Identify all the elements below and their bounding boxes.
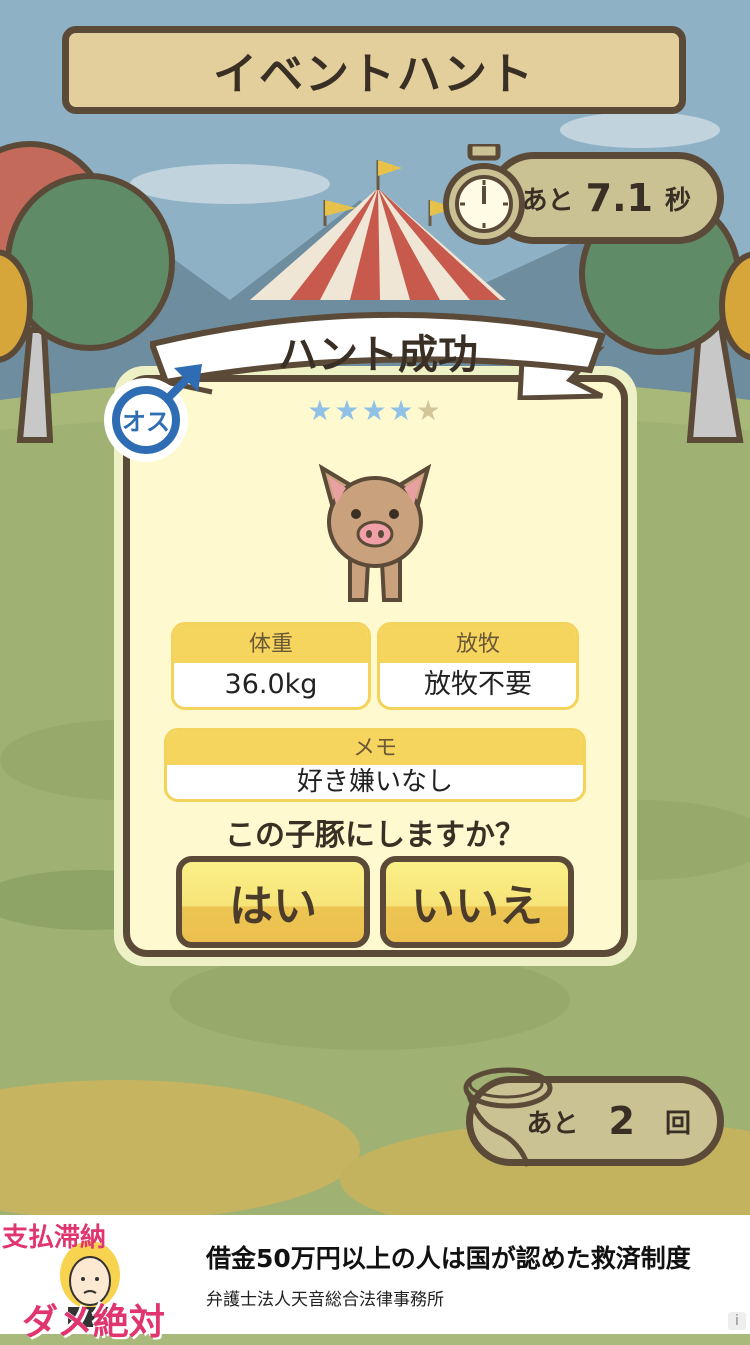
ad-sponsor: 弁護士法人天音総合法律事務所 — [206, 1290, 444, 1310]
page-title: イベントハント — [213, 49, 535, 100]
pasture-box: 放牧 放牧不要 — [377, 622, 579, 710]
star-filled-icon: ★ — [388, 394, 416, 427]
attempts-value: 2 — [608, 1099, 635, 1143]
weight-value: 36.0kg — [224, 669, 318, 700]
timer-unit: 秒 — [664, 185, 691, 216]
male-icon: オス — [104, 364, 202, 462]
ad-thumb-bottom-text: ダメ絶対 — [22, 1302, 165, 1343]
memo-value: 好き嫌いなし — [296, 767, 453, 797]
lasso-icon — [463, 1067, 553, 1167]
yes-button-label: はい — [229, 881, 317, 932]
pasture-value: 放牧不要 — [424, 669, 532, 700]
star-filled-icon: ★ — [361, 394, 389, 427]
star-filled-icon: ★ — [334, 394, 362, 427]
weight-label: 体重 — [174, 625, 368, 663]
weight-box: 体重 36.0kg — [171, 622, 371, 710]
rarity-stars: ★★★★★ — [290, 394, 460, 427]
timer-prefix: あと — [521, 185, 574, 216]
event-title-board: イベントハント — [62, 26, 686, 114]
confirm-question: この子豚にしますか？ — [225, 818, 525, 853]
ad-thumb-top-text: 支払滞納 — [2, 1223, 107, 1253]
star-filled-icon: ★ — [307, 394, 335, 427]
gender-label: オス — [122, 408, 170, 436]
pasture-label: 放牧 — [380, 625, 576, 663]
ad-title[interactable]: 借金50万円以上の人は国が認めた救済制度 — [206, 1239, 691, 1275]
ad-banner[interactable]: 支払滞納 ダメ絶対 借金50万円以上の人は国が認めた救済制度 弁護士法人天音総合… — [0, 1215, 750, 1343]
yes-button[interactable]: はい — [176, 856, 370, 948]
piglet-image — [318, 463, 432, 602]
star-empty-icon: ★ — [415, 394, 443, 427]
stopwatch-icon — [443, 144, 525, 245]
attempts-unit: 回 — [664, 1108, 691, 1139]
hunt-success-title: ハント成功 — [278, 332, 478, 378]
ad-thumbnail[interactable]: 支払滞納 ダメ絶対 — [0, 1215, 178, 1343]
ad-info-icon[interactable]: i — [728, 1312, 746, 1330]
no-button-label: いいえ — [411, 881, 543, 932]
memo-label: メモ — [167, 731, 583, 765]
no-button[interactable]: いいえ — [380, 856, 574, 948]
timer-value: 7.1 — [585, 176, 653, 220]
memo-box: メモ 好き嫌いなし — [164, 728, 586, 802]
